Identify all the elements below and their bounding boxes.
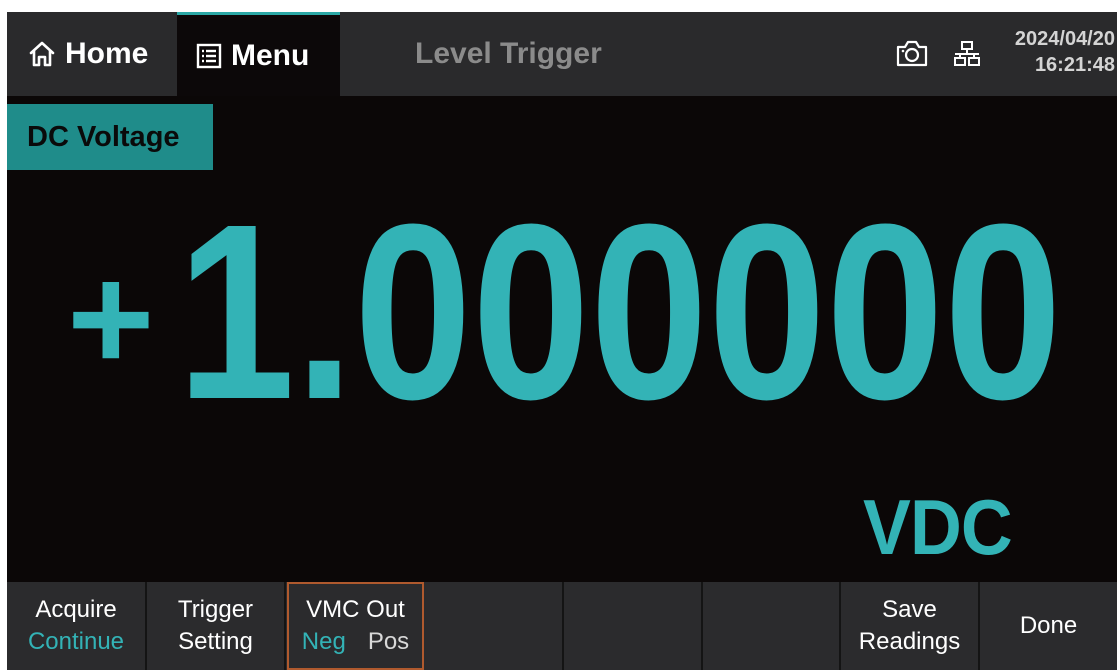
softkey-acquire[interactable]: Acquire Continue: [7, 582, 147, 670]
softkey-empty-5[interactable]: [564, 582, 703, 670]
softkey-vmc-out[interactable]: VMC Out Neg Pos: [287, 582, 424, 670]
option-pos[interactable]: Pos: [368, 626, 409, 658]
camera-icon[interactable]: [895, 38, 929, 68]
function-label: DC Voltage: [7, 104, 213, 170]
softkey-done[interactable]: Done: [980, 582, 1117, 670]
top-bar: Home Menu Level Trigger 2024/04/20 16:21…: [7, 12, 1117, 96]
vmc-out-options: Neg Pos: [289, 626, 422, 658]
date-text: 2024/04/20: [1014, 28, 1115, 50]
softkey-label-2: Setting: [178, 628, 253, 655]
tab-menu[interactable]: Menu: [177, 12, 340, 96]
screen-title: Level Trigger: [415, 37, 602, 70]
softkey-label: Acquire: [35, 596, 117, 623]
menu-label: Menu: [231, 38, 310, 72]
softkey-trigger-setting[interactable]: Trigger Setting: [147, 582, 286, 670]
reading-unit: VDC: [863, 483, 1013, 571]
home-label: Home: [65, 37, 149, 70]
reading-sign: +: [67, 234, 155, 402]
main-reading: + 1.000000: [67, 192, 1062, 451]
softkey-label: Trigger: [177, 596, 254, 623]
network-icon: [954, 41, 980, 66]
softkey-save-readings[interactable]: Save Readings: [841, 582, 980, 670]
softkey-value: Continue: [27, 628, 125, 655]
softkey-empty-4[interactable]: [425, 582, 564, 670]
instrument-screen: Home Menu Level Trigger 2024/04/20 16:21…: [7, 12, 1117, 670]
softkey-label: VMC Out: [306, 596, 405, 623]
menu-list-icon: [196, 43, 222, 68]
softkey-label: Save: [882, 596, 937, 623]
time-text: 16:21:48: [1034, 54, 1115, 76]
softkey-label-2: Readings: [858, 628, 961, 655]
home-icon: [29, 41, 55, 67]
reading-value: 1.000000: [177, 192, 1062, 451]
datetime: 2024/04/20 16:21:48: [991, 26, 1115, 78]
softkey-bar: Acquire Continue Trigger Setting VMC Out…: [7, 582, 1117, 670]
tab-home[interactable]: Home: [7, 12, 175, 96]
softkey-label: Done: [1019, 612, 1078, 639]
softkey-empty-6[interactable]: [703, 582, 841, 670]
option-neg[interactable]: Neg: [302, 626, 346, 658]
